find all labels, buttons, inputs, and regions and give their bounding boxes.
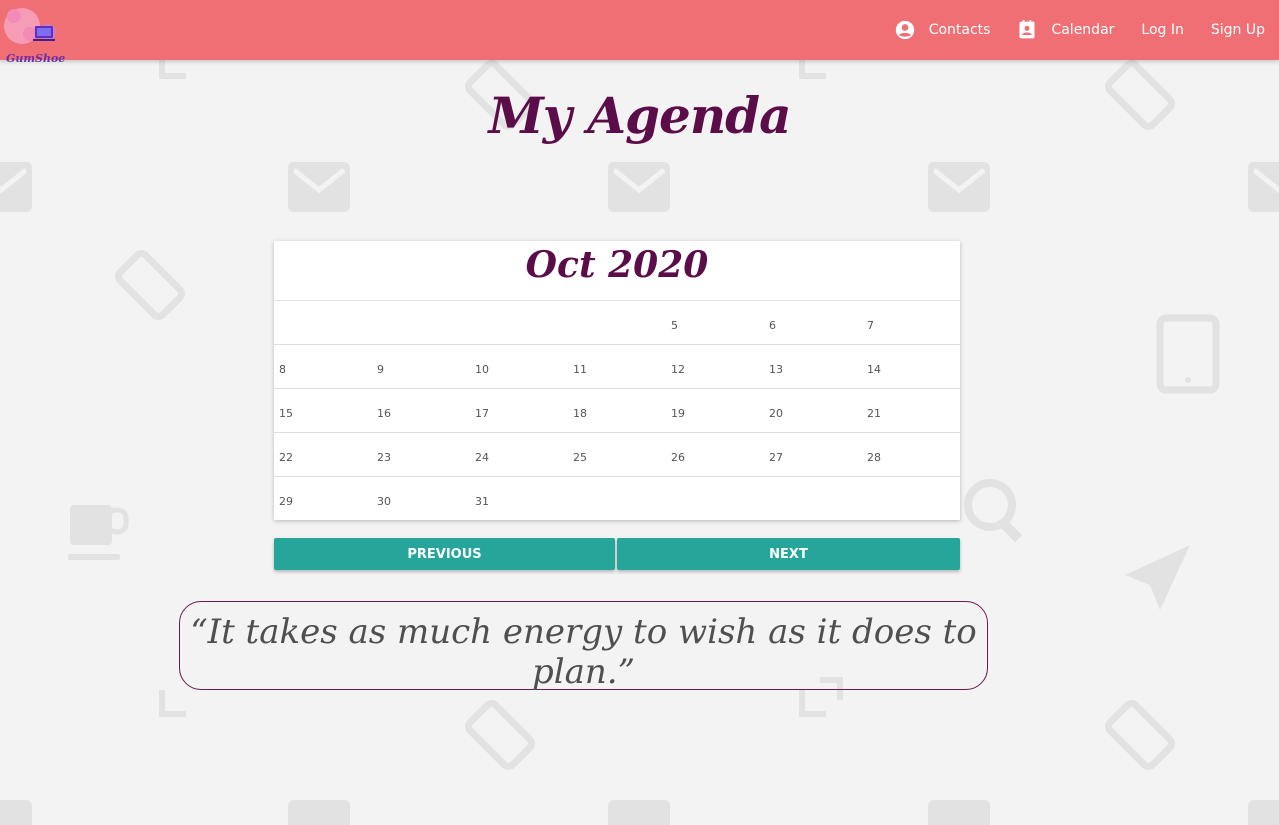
expand-icon: [159, 690, 186, 717]
search-icon: [964, 479, 1023, 543]
day-cell[interactable]: [666, 477, 764, 520]
day-cell[interactable]: 21: [862, 389, 960, 432]
day-cell[interactable]: [764, 477, 862, 520]
quote-text: “It takes as much energy to wish as it d…: [190, 612, 977, 692]
day-cell[interactable]: 18: [568, 389, 666, 432]
day-cell[interactable]: 10: [470, 345, 568, 388]
day-cell[interactable]: [568, 301, 666, 344]
day-cell[interactable]: [470, 301, 568, 344]
tablet-icon: [1156, 314, 1220, 394]
next-button[interactable]: NEXT: [617, 538, 960, 570]
day-cell[interactable]: 6: [764, 301, 862, 344]
day-cell[interactable]: 22: [274, 433, 372, 476]
day-cell[interactable]: 16: [372, 389, 470, 432]
expand-icon: [159, 60, 186, 79]
day-cell[interactable]: [274, 301, 372, 344]
phone-icon: [465, 700, 535, 770]
day-cell[interactable]: [568, 477, 666, 520]
quote-box: “It takes as much energy to wish as it d…: [179, 601, 988, 692]
nav-label-login: Log In: [1141, 22, 1184, 38]
week-row: 29 30 31: [274, 477, 960, 520]
nav-item-calendar[interactable]: Calendar: [1017, 20, 1114, 40]
day-cell[interactable]: [862, 477, 960, 520]
day-cell[interactable]: 24: [470, 433, 568, 476]
envelope-icon: [608, 162, 670, 212]
nav-item-login[interactable]: Log In: [1141, 22, 1183, 38]
envelope-icon: [1248, 162, 1279, 212]
expand-icon: [799, 60, 826, 79]
day-cell[interactable]: 11: [568, 345, 666, 388]
send-icon: [1125, 545, 1190, 610]
day-cell[interactable]: 29: [274, 477, 372, 520]
week-row: 8 9 10 11 12 13 14: [274, 345, 960, 389]
envelope-icon: [0, 800, 32, 825]
week-row: 15 16 17 18 19 20 21: [274, 389, 960, 433]
envelope-icon: [288, 162, 350, 212]
logo-text: GumShoe: [6, 52, 66, 65]
day-cell[interactable]: 8: [274, 345, 372, 388]
navbar: GumShoe Contacts Calendar Log In Sign Up: [0, 0, 1279, 65]
previous-button[interactable]: PREVIOUS: [274, 538, 615, 570]
day-cell[interactable]: 9: [372, 345, 470, 388]
envelope-icon: [0, 162, 32, 212]
account-circle-icon: [895, 20, 914, 40]
nav-label-contacts: Contacts: [928, 22, 991, 38]
month-title: Oct 2020: [274, 241, 960, 301]
day-cell[interactable]: 12: [666, 345, 764, 388]
day-cell[interactable]: 28: [862, 433, 960, 476]
nav-label-signup: Sign Up: [1210, 22, 1265, 38]
day-cell[interactable]: 25: [568, 433, 666, 476]
day-cell[interactable]: 20: [764, 389, 862, 432]
day-cell[interactable]: [372, 301, 470, 344]
app-logo[interactable]: GumShoe: [2, 6, 65, 65]
day-cell[interactable]: 30: [372, 477, 470, 520]
day-cell[interactable]: 23: [372, 433, 470, 476]
envelope-icon: [288, 800, 350, 825]
phone-icon: [115, 250, 185, 320]
nav-item-signup[interactable]: Sign Up: [1211, 22, 1265, 38]
coffee-cup-icon: [68, 505, 129, 560]
day-cell[interactable]: 7: [862, 301, 960, 344]
envelope-icon: [928, 162, 990, 212]
envelope-icon: [928, 800, 990, 825]
day-cell[interactable]: 14: [862, 345, 960, 388]
calendar: Oct 2020 5 6 7 8 9 10 11 12 13 14 15 16 …: [274, 241, 960, 520]
nav-label-calendar: Calendar: [1051, 22, 1115, 38]
week-row: 22 23 24 25 26 27 28: [274, 433, 960, 477]
logo-icon: [4, 8, 56, 44]
page-title: My Agenda: [488, 86, 791, 145]
nav-item-contacts[interactable]: Contacts: [895, 20, 991, 40]
day-cell[interactable]: 15: [274, 389, 372, 432]
phone-icon: [1105, 700, 1175, 770]
day-cell[interactable]: 19: [666, 389, 764, 432]
day-cell[interactable]: 13: [764, 345, 862, 388]
nav-menu: Contacts Calendar Log In Sign Up: [868, 0, 1265, 60]
day-cell[interactable]: 31: [470, 477, 568, 520]
day-cell[interactable]: 5: [666, 301, 764, 344]
envelope-icon: [608, 800, 670, 825]
day-cell[interactable]: 26: [666, 433, 764, 476]
envelope-icon: [1248, 800, 1279, 825]
contact-card-icon: [1019, 20, 1035, 39]
week-row: 5 6 7: [274, 301, 960, 345]
day-cell[interactable]: 27: [764, 433, 862, 476]
day-cell[interactable]: 17: [470, 389, 568, 432]
